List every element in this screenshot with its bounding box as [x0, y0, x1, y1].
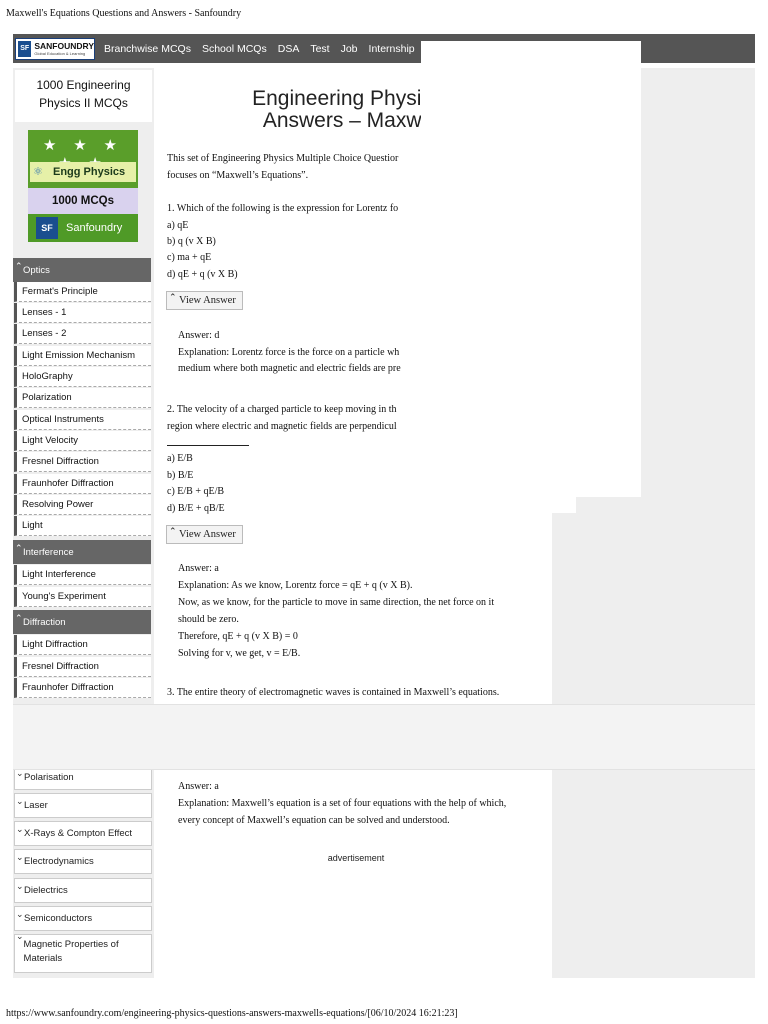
nav-dsa[interactable]: DSA: [278, 43, 300, 55]
chevron-up-icon: ⌃: [15, 614, 23, 624]
atom-icon: ⚛: [33, 165, 43, 178]
sidebar-item[interactable]: Light: [14, 516, 151, 536]
section-header-optics[interactable]: ⌃ Optics: [13, 258, 151, 282]
chevron-down-icon: ⌄: [16, 909, 24, 920]
sidebar-item[interactable]: HoloGraphy: [14, 367, 151, 387]
chevron-down-icon: ⌄: [16, 768, 24, 779]
nav-internship[interactable]: Internship: [369, 43, 415, 55]
sidebar-item[interactable]: Lenses - 1: [14, 303, 151, 323]
ad-banner: [13, 704, 755, 770]
option-a: a) E/B: [167, 453, 193, 464]
chevron-down-icon: ⌄: [16, 796, 24, 807]
option-b: b) q (v X B): [167, 236, 216, 247]
chevron-up-icon: ⌃: [15, 262, 23, 272]
intro-text: This set of Engineering Physics Multiple…: [167, 153, 399, 164]
print-footer: https://www.sanfoundry.com/engineering-p…: [6, 1008, 458, 1019]
explanation-text: Solving for v, we get, v = E/B.: [178, 648, 301, 659]
option-d: d) qE + q (v X B): [167, 269, 238, 280]
section-header-laser[interactable]: ⌄ Laser: [14, 793, 152, 818]
sf-badge-icon: SF: [36, 217, 58, 239]
sidebar-item[interactable]: Light Velocity: [14, 431, 151, 451]
question-1: 1. Which of the following is the express…: [167, 203, 399, 214]
sanfoundry-logo[interactable]: SF SANFOUNDRY Global Education & Learnin…: [15, 37, 95, 60]
sidebar-item[interactable]: Fermat's Principle: [14, 282, 151, 302]
sidebar-item[interactable]: Fraunhofer Diffraction: [14, 678, 151, 698]
explanation-text: medium where both magnetic and electric …: [178, 363, 401, 374]
top-navbar: SF SANFOUNDRY Global Education & Learnin…: [13, 34, 755, 63]
sidebar-item[interactable]: Light Diffraction: [14, 635, 151, 655]
book-banner-text: Engg Physics: [53, 166, 126, 178]
book-mcq-count: 1000 MCQs: [28, 188, 138, 214]
sf-logo-icon: SF: [18, 40, 32, 57]
ad-overlay: [421, 497, 576, 513]
print-header: Maxwell's Equations Questions and Answer…: [6, 8, 242, 19]
section-header-diffraction[interactable]: ⌃ Diffraction: [13, 610, 151, 634]
answer-text: Answer: a: [178, 563, 219, 574]
book-brand: Sanfoundry: [66, 222, 123, 234]
question-3: 3. The entire theory of electromagnetic …: [167, 687, 500, 698]
nav-test[interactable]: Test: [310, 43, 329, 55]
fill-in-blank: [167, 445, 249, 446]
sidebar-item[interactable]: Fraunhofer Diffraction: [14, 474, 151, 494]
explanation-text: Explanation: As we know, Lorentz force =…: [178, 580, 413, 591]
explanation-text: every concept of Maxwell’s equation can …: [178, 815, 450, 826]
sidebar-title[interactable]: 1000 Engineering Physics II MCQs: [15, 70, 152, 122]
chevron-down-icon: ⌄: [16, 881, 24, 892]
sidebar-item[interactable]: Fresnel Diffraction: [14, 657, 151, 677]
view-answer-button[interactable]: ⌃ View Answer: [166, 291, 243, 310]
explanation-text: should be zero.: [178, 614, 239, 625]
question-2: region where electric and magnetic field…: [167, 421, 397, 432]
option-c: c) ma + qE: [167, 252, 212, 263]
explanation-text: Explanation: Maxwell’s equation is a set…: [178, 798, 507, 809]
section-header-xrays[interactable]: ⌄ X-Rays & Compton Effect: [14, 821, 152, 846]
ad-overlay: [421, 41, 641, 497]
sidebar-item[interactable]: Lenses - 2: [14, 324, 151, 344]
sidebar: 1000 Engineering Physics II MCQs ★ ★ ★ ★…: [13, 68, 154, 978]
nav-job[interactable]: Job: [341, 43, 358, 55]
nav-school-mcqs[interactable]: School MCQs: [202, 43, 267, 55]
section-header-dielectrics[interactable]: ⌄ Dielectrics: [14, 878, 152, 903]
chevron-up-icon: ⌃: [15, 544, 23, 554]
sidebar-item[interactable]: Fresnel Diffraction: [14, 452, 151, 472]
sidebar-item[interactable]: Young's Experiment: [14, 587, 151, 607]
question-2: 2. The velocity of a charged particle to…: [167, 404, 397, 415]
logo-name: SANFOUNDRY: [34, 40, 94, 51]
book-cover[interactable]: ★ ★ ★ ★ ★ ⚛ Engg Physics 1000 MCQs SF Sa…: [28, 130, 138, 242]
answer-text: Answer: d: [178, 330, 220, 341]
chevron-up-icon: ⌃: [169, 293, 177, 303]
answer-text: Answer: a: [178, 781, 219, 792]
view-answer-button[interactable]: ⌃ View Answer: [166, 525, 243, 544]
chevron-down-icon: ⌄: [16, 824, 24, 835]
chevron-down-icon: ⌄: [16, 932, 24, 942]
chevron-up-icon: ⌃: [169, 527, 177, 537]
sidebar-item[interactable]: Light Emission Mechanism: [14, 346, 151, 366]
book-banner: ⚛ Engg Physics: [30, 162, 136, 182]
section-header-magnetic-properties[interactable]: ⌄ Magnetic Properties of Materials: [14, 932, 152, 973]
sidebar-item[interactable]: Polarization: [14, 388, 151, 408]
logo-tagline: Global Education & Learning: [34, 50, 86, 56]
sidebar-item[interactable]: Optical Instruments: [14, 410, 151, 430]
option-a: a) qE: [167, 220, 189, 231]
explanation-text: Therefore, qE + q (v X B) = 0: [178, 631, 298, 642]
explanation-text: Explanation: Lorentz force is the force …: [178, 347, 400, 358]
option-b: b) B/E: [167, 470, 194, 481]
section-header-interference[interactable]: ⌃ Interference: [13, 540, 151, 564]
option-c: c) E/B + qE/B: [167, 486, 225, 497]
nav-links: Branchwise MCQs School MCQs DSA Test Job…: [104, 43, 426, 55]
section-header-semiconductors[interactable]: ⌄ Semiconductors: [14, 906, 152, 931]
chevron-down-icon: ⌄: [16, 852, 24, 863]
section-header-electrodynamics[interactable]: ⌄ Electrodynamics: [14, 849, 152, 874]
option-d: d) B/E + qB/E: [167, 503, 225, 514]
nav-branchwise-mcqs[interactable]: Branchwise MCQs: [104, 43, 191, 55]
explanation-text: Now, as we know, for the particle to mov…: [178, 597, 495, 608]
intro-text: focuses on “Maxwell’s Equations”.: [167, 170, 309, 181]
sidebar-item[interactable]: Light Interference: [14, 565, 151, 585]
advertisement-label: advertisement: [327, 853, 385, 863]
sidebar-item[interactable]: Resolving Power: [14, 495, 151, 515]
